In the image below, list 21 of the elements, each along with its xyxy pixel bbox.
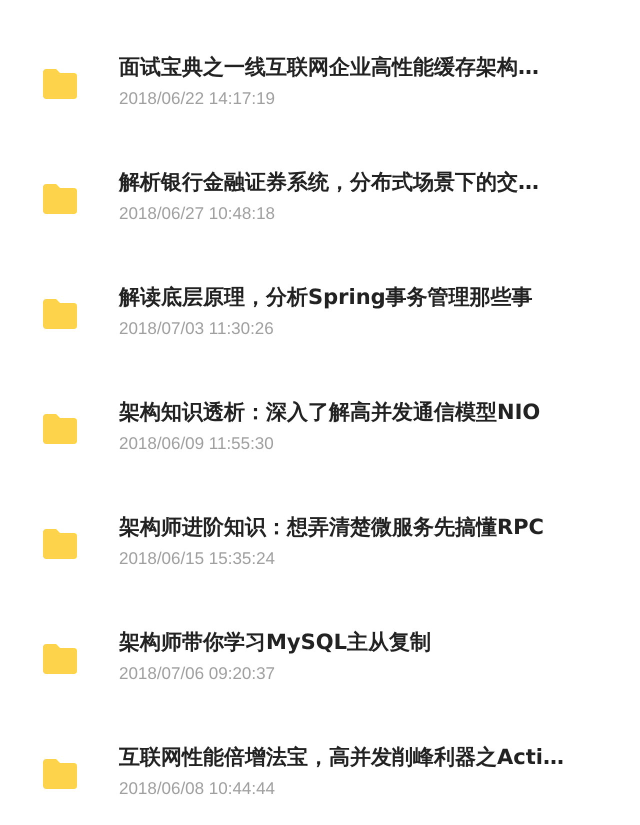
file-date: 2018/07/06 09:20:37 [119,663,276,685]
folder-icon [41,183,79,215]
folder-icon [41,298,79,330]
file-date: 2018/06/27 10:48:18 [119,203,276,225]
file-date: 2018/06/09 11:55:30 [119,433,275,455]
file-name[interactable]: 面试宝典之一线互联网企业高性能缓存架构… [119,52,539,82]
file-date: 2018/06/15 15:35:24 [119,548,276,570]
file-name[interactable]: 解析银行金融证券系统，分布式场景下的交… [119,167,539,197]
folder-icon [41,68,79,100]
file-date: 2018/07/03 11:30:26 [119,318,275,340]
folder-icon [41,528,79,560]
file-name[interactable]: 互联网性能倍增法宝，高并发削峰利器之Acti… [119,742,564,772]
folder-icon [41,413,79,445]
file-name[interactable]: 解读底层原理，分析Spring事务管理那些事 [119,282,533,312]
folder-icon [41,758,79,790]
file-name[interactable]: 架构师带你学习MySQL主从复制 [119,627,431,657]
folder-icon [41,643,79,675]
file-name[interactable]: 架构知识透析：深入了解高并发通信模型NIO [119,397,540,427]
file-date: 2018/06/08 10:44:44 [119,778,276,800]
file-name[interactable]: 架构师进阶知识：想弄清楚微服务先搞懂RPC [119,512,544,542]
file-date: 2018/06/22 14:17:19 [119,88,276,110]
